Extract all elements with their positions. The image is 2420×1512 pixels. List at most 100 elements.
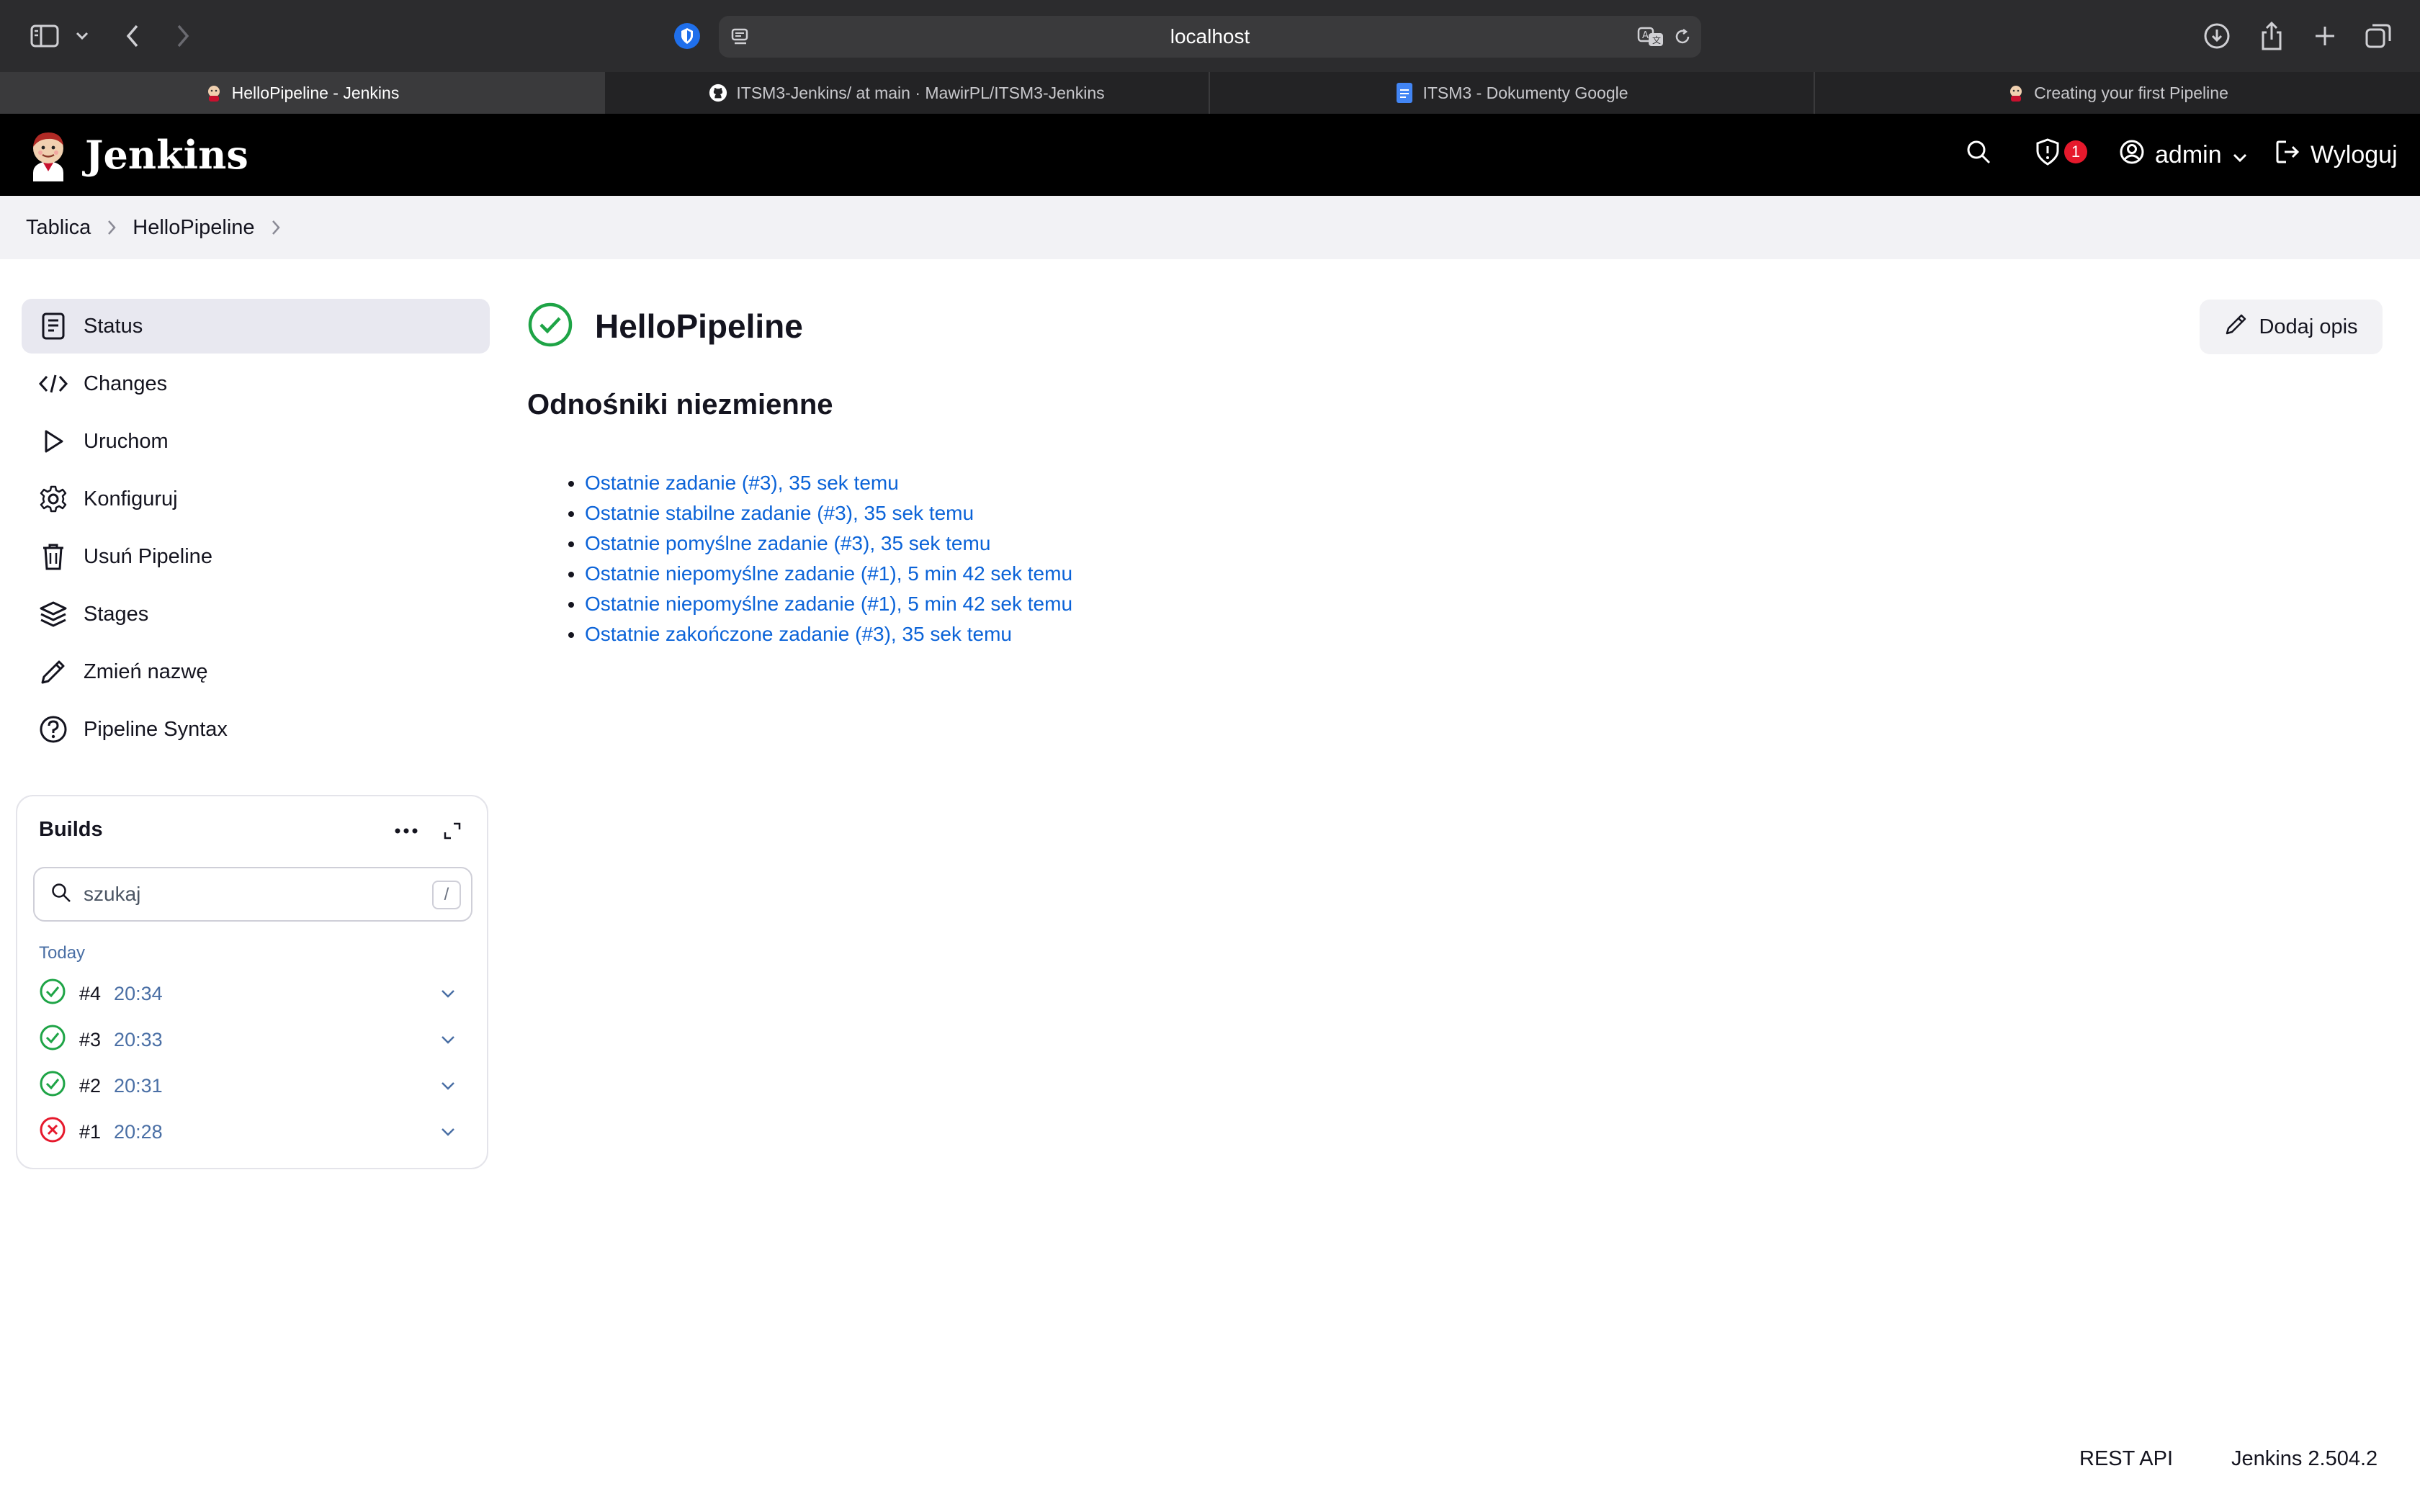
chevron-down-icon: [2232, 141, 2248, 169]
jenkins-logo-icon[interactable]: [26, 128, 71, 181]
build-row[interactable]: #3 20:33: [39, 1018, 475, 1061]
permalink-last-unsuccessful[interactable]: Ostatnie niepomyślne zadanie (#1), 5 min…: [585, 593, 1072, 615]
sidebar-item-status[interactable]: Status: [22, 299, 490, 354]
success-check-icon: [527, 302, 573, 351]
permalink-last-stable[interactable]: Ostatnie stabilne zadanie (#3), 35 sek t…: [585, 502, 974, 524]
search-icon: [1965, 138, 1992, 172]
sidebar-item-label: Status: [84, 314, 143, 338]
breadcrumb-dashboard[interactable]: Tablica: [26, 216, 91, 240]
sidebar-item-label: Konfiguruj: [84, 487, 178, 510]
sidebar-item-rename[interactable]: Zmień nazwę: [22, 644, 490, 699]
new-tab-icon[interactable]: [2311, 22, 2339, 50]
builds-search-field[interactable]: /: [33, 867, 472, 922]
build-number[interactable]: #4: [79, 983, 101, 1005]
breadcrumb-job[interactable]: HelloPipeline: [133, 216, 254, 240]
pencil-icon: [2224, 312, 2249, 342]
tab-overview-icon[interactable]: [2362, 20, 2394, 52]
address-bar[interactable]: localhost A文: [719, 16, 1701, 58]
gear-icon: [37, 483, 69, 515]
jenkins-brand[interactable]: Jenkins: [85, 114, 248, 196]
build-row[interactable]: #4 20:34: [39, 972, 475, 1015]
back-icon[interactable]: [121, 22, 144, 50]
svg-text:A: A: [1642, 30, 1649, 41]
pencil-icon: [37, 656, 69, 688]
build-number[interactable]: #2: [79, 1075, 101, 1097]
code-icon: [37, 368, 69, 400]
sidebar-item-pipeline-syntax[interactable]: Pipeline Syntax: [22, 702, 490, 757]
build-time[interactable]: 20:33: [114, 1029, 163, 1051]
list-item: Ostatnie niepomyślne zadanie (#1), 5 min…: [585, 589, 1072, 619]
sidebar-item-stages[interactable]: Stages: [22, 587, 490, 642]
svg-text:文: 文: [1652, 35, 1661, 45]
user-avatar-icon: [2119, 139, 2145, 171]
builds-search-input[interactable]: [84, 883, 400, 906]
tab-github[interactable]: ITSM3-Jenkins/ at main · MawirPL/ITSM3-J…: [605, 72, 1210, 114]
google-docs-icon: [1395, 83, 1414, 103]
expand-icon[interactable]: [438, 816, 467, 845]
search-icon: [50, 882, 72, 907]
build-time[interactable]: 20:31: [114, 1075, 163, 1097]
chevron-down-icon[interactable]: [436, 1028, 460, 1051]
chevron-down-icon[interactable]: [436, 1120, 460, 1143]
add-description-button[interactable]: Dodaj opis: [2200, 300, 2383, 354]
url-text[interactable]: localhost: [719, 16, 1701, 58]
sidebar-item-delete-pipeline[interactable]: Usuń Pipeline: [22, 529, 490, 584]
chevron-down-icon[interactable]: [72, 26, 92, 46]
build-number[interactable]: #3: [79, 1029, 101, 1051]
tab-google-docs[interactable]: ITSM3 - Dokumenty Google: [1210, 72, 1815, 114]
translate-icon[interactable]: A文: [1636, 24, 1665, 49]
header-search-button[interactable]: [1965, 114, 1992, 196]
user-name: admin: [2155, 140, 2222, 168]
user-menu-button[interactable]: admin: [2119, 114, 2248, 196]
permalink-last-completed[interactable]: Ostatnie zakończone zadanie (#3), 35 sek…: [585, 623, 1012, 645]
chevron-right-icon[interactable]: [271, 219, 281, 236]
more-options-icon[interactable]: [392, 816, 421, 845]
permalink-last-successful[interactable]: Ostatnie pomyślne zadanie (#3), 35 sek t…: [585, 532, 990, 554]
play-icon: [37, 426, 69, 457]
list-item: Ostatnie zakończone zadanie (#3), 35 sek…: [585, 619, 1072, 649]
privacy-shield-icon[interactable]: [673, 22, 702, 50]
sidebar-toggle-icon[interactable]: [29, 20, 60, 52]
chevron-down-icon[interactable]: [436, 982, 460, 1005]
tab-creating-pipeline[interactable]: Creating your first Pipeline: [1815, 72, 2420, 114]
tab-jenkins[interactable]: HelloPipeline - Jenkins: [0, 72, 605, 114]
build-time[interactable]: 20:28: [114, 1121, 163, 1143]
trash-icon: [37, 541, 69, 572]
reload-icon[interactable]: [1671, 25, 1694, 48]
sidebar-item-changes[interactable]: Changes: [22, 356, 490, 411]
tab-label: HelloPipeline - Jenkins: [231, 83, 400, 102]
success-check-icon: [39, 978, 66, 1010]
tab-label: ITSM3-Jenkins/ at main · MawirPL/ITSM3-J…: [736, 83, 1105, 102]
page-title: HelloPipeline: [595, 307, 803, 345]
jenkins-version-button[interactable]: Jenkins 2.504.2: [2231, 1447, 2378, 1471]
build-row[interactable]: #2 20:31: [39, 1064, 475, 1107]
chevron-right-icon[interactable]: [107, 219, 117, 236]
build-time[interactable]: 20:34: [114, 983, 163, 1005]
layers-icon: [37, 598, 69, 630]
share-icon[interactable]: [2257, 20, 2286, 52]
sidebar-item-label: Zmień nazwę: [84, 660, 208, 683]
shield-alert-icon: [2034, 138, 2061, 173]
permalink-last-build[interactable]: Ostatnie zadanie (#3), 35 sek temu: [585, 472, 899, 494]
sidebar-item-run[interactable]: Uruchom: [22, 414, 490, 469]
chevron-down-icon[interactable]: [436, 1074, 460, 1097]
downloads-icon[interactable]: [2202, 22, 2231, 50]
security-badge: 1: [2064, 140, 2087, 163]
list-item: Ostatnie pomyślne zadanie (#3), 35 sek t…: [585, 528, 1072, 559]
builds-widget: Builds / Today #4 20:34 #3 20:33 #2 20:3…: [16, 795, 488, 1169]
list-item: Ostatnie zadanie (#3), 35 sek temu: [585, 468, 1072, 498]
forward-icon[interactable]: [171, 22, 194, 50]
logout-button[interactable]: Wyloguj: [2275, 114, 2398, 196]
build-row[interactable]: #1 20:28: [39, 1110, 475, 1153]
sidebar-item-label: Uruchom: [84, 429, 169, 453]
permalink-last-failed[interactable]: Ostatnie niepomyślne zadanie (#1), 5 min…: [585, 562, 1072, 585]
security-alerts-button[interactable]: 1: [2034, 114, 2087, 196]
sidebar-item-label: Changes: [84, 372, 168, 395]
browser-toolbar: localhost A文: [0, 0, 2420, 72]
success-check-icon: [39, 1024, 66, 1056]
build-number[interactable]: #1: [79, 1121, 101, 1143]
sidebar-item-configure[interactable]: Konfiguruj: [22, 472, 490, 526]
job-title-row: HelloPipeline: [527, 301, 803, 351]
rest-api-link[interactable]: REST API: [2079, 1447, 2173, 1471]
success-check-icon: [39, 1070, 66, 1102]
